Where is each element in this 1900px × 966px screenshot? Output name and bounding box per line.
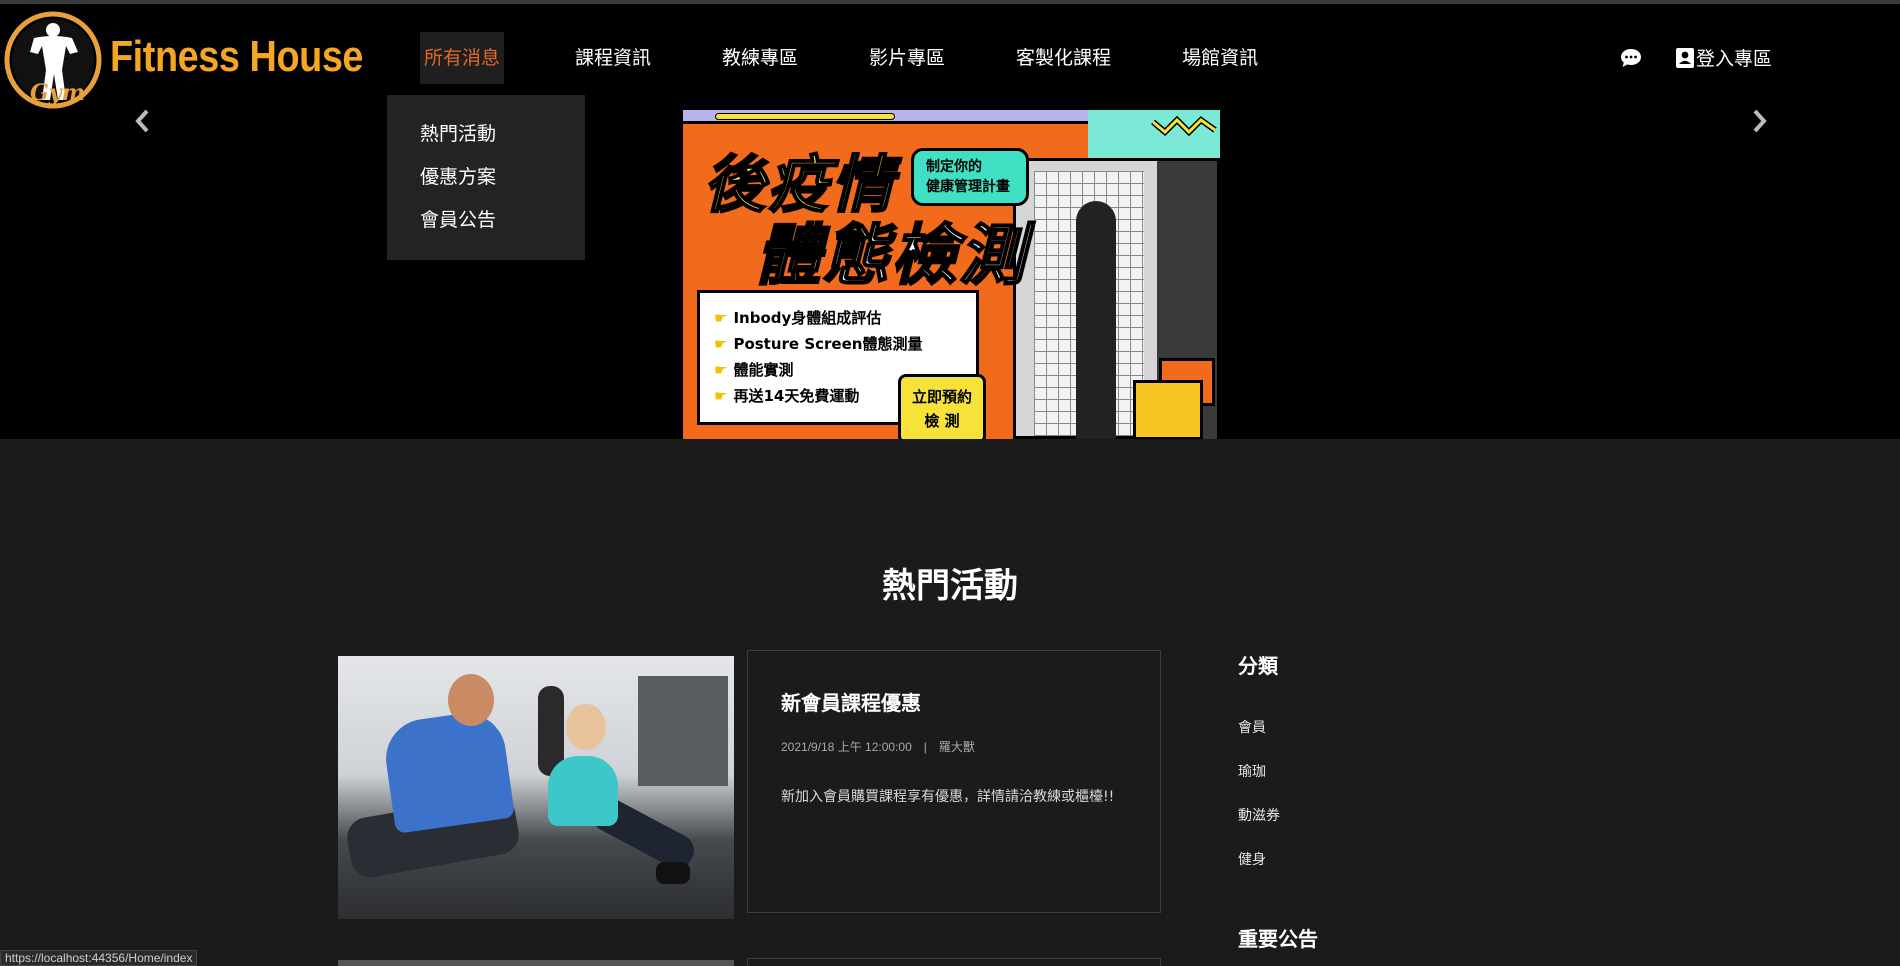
nav-item-coaches[interactable]: 教練專區 bbox=[722, 32, 798, 84]
section-title: 熱門活動 bbox=[882, 566, 1018, 606]
user-card-icon bbox=[1676, 47, 1694, 68]
nav-item-custom-courses[interactable]: 客製化課程 bbox=[1016, 32, 1111, 84]
banner-tag-line2: 健康管理計畫 bbox=[926, 179, 1010, 195]
banner-window-bar bbox=[683, 110, 1088, 124]
folder-decoration-icon bbox=[1133, 380, 1203, 439]
next-post-image[interactable] bbox=[338, 960, 734, 966]
svg-text:Gym: Gym bbox=[30, 80, 85, 106]
carousel-banner[interactable]: 後疫情 制定你的 健康管理計畫 體態檢測 Inbody身體組成評估 Postur… bbox=[683, 110, 1220, 439]
nav-item-venue-info[interactable]: 場館資訊 bbox=[1182, 32, 1258, 84]
post-date: 2021/9/18 上午 12:00:00 bbox=[781, 740, 912, 754]
brand-logo[interactable]: Gym Fitness House bbox=[4, 8, 404, 112]
category-link-members[interactable]: 會員 bbox=[1238, 717, 1266, 737]
banner-tag: 制定你的 健康管理計畫 bbox=[911, 148, 1029, 206]
post-meta: 2021/9/18 上午 12:00:00 | 羅大獸 bbox=[781, 738, 1160, 755]
category-link-fitness[interactable]: 健身 bbox=[1238, 849, 1266, 869]
login-link[interactable]: 登入專區 bbox=[1676, 44, 1772, 71]
zigzag-decoration-icon bbox=[1151, 115, 1217, 136]
dropdown-item-promotions[interactable]: 優惠方案 bbox=[387, 156, 585, 199]
post-author: 羅大獸 bbox=[938, 740, 975, 754]
posture-person-figure bbox=[1076, 201, 1116, 439]
category-link-sports-voucher[interactable]: 動滋券 bbox=[1238, 805, 1280, 825]
news-dropdown-menu: 熱門活動 優惠方案 會員公告 bbox=[387, 95, 585, 260]
nav-item-course-info[interactable]: 課程資訊 bbox=[575, 32, 651, 84]
bodybuilder-emblem-icon: Gym bbox=[4, 11, 102, 109]
post-image[interactable] bbox=[338, 656, 734, 919]
dropdown-item-hot-events[interactable]: 熱門活動 bbox=[387, 113, 585, 156]
carousel-next-icon[interactable] bbox=[1748, 108, 1770, 134]
dropdown-item-member-notices[interactable]: 會員公告 bbox=[387, 199, 585, 242]
category-link-yoga[interactable]: 瑜珈 bbox=[1238, 761, 1266, 781]
nav-item-videos[interactable]: 影片專區 bbox=[869, 32, 945, 84]
next-post-card[interactable] bbox=[747, 958, 1161, 966]
brand-name: Fitness House bbox=[110, 32, 364, 81]
banner-cta-line2: 檢 測 bbox=[924, 412, 960, 430]
announcements-heading: 重要公告 bbox=[1238, 927, 1318, 951]
banner-cta-line1: 立即預約 bbox=[911, 388, 972, 406]
post-title[interactable]: 新會員課程優惠 bbox=[781, 687, 1160, 716]
browser-status-url: https://localhost:44356/Home/index bbox=[0, 950, 198, 966]
banner-feature-item: Inbody身體組成評估 bbox=[714, 305, 976, 331]
meta-separator: | bbox=[923, 740, 927, 754]
post-description: 新加入會員購買課程享有優惠，詳情請洽教練或櫃檯!! bbox=[781, 789, 1115, 805]
banner-tag-line1: 制定你的 bbox=[926, 159, 982, 175]
nav-item-all-news[interactable]: 所有消息 bbox=[420, 32, 504, 84]
banner-feature-item: Posture Screen體態測量 bbox=[714, 331, 976, 357]
categories-heading: 分類 bbox=[1238, 654, 1278, 678]
carousel-prev-icon[interactable] bbox=[132, 108, 154, 134]
banner-title-line2: 體態檢測 bbox=[754, 216, 1027, 295]
main-nav: 所有消息 課程資訊 教練專區 影片專區 客製化課程 場館資訊 bbox=[420, 32, 1329, 84]
login-label: 登入專區 bbox=[1696, 48, 1773, 70]
banner-cta: 立即預約 檢 測 bbox=[898, 374, 986, 439]
post-card[interactable]: 新會員課程優惠 2021/9/18 上午 12:00:00 | 羅大獸 新加入會員購… bbox=[747, 650, 1161, 913]
chat-icon[interactable] bbox=[1620, 48, 1642, 68]
